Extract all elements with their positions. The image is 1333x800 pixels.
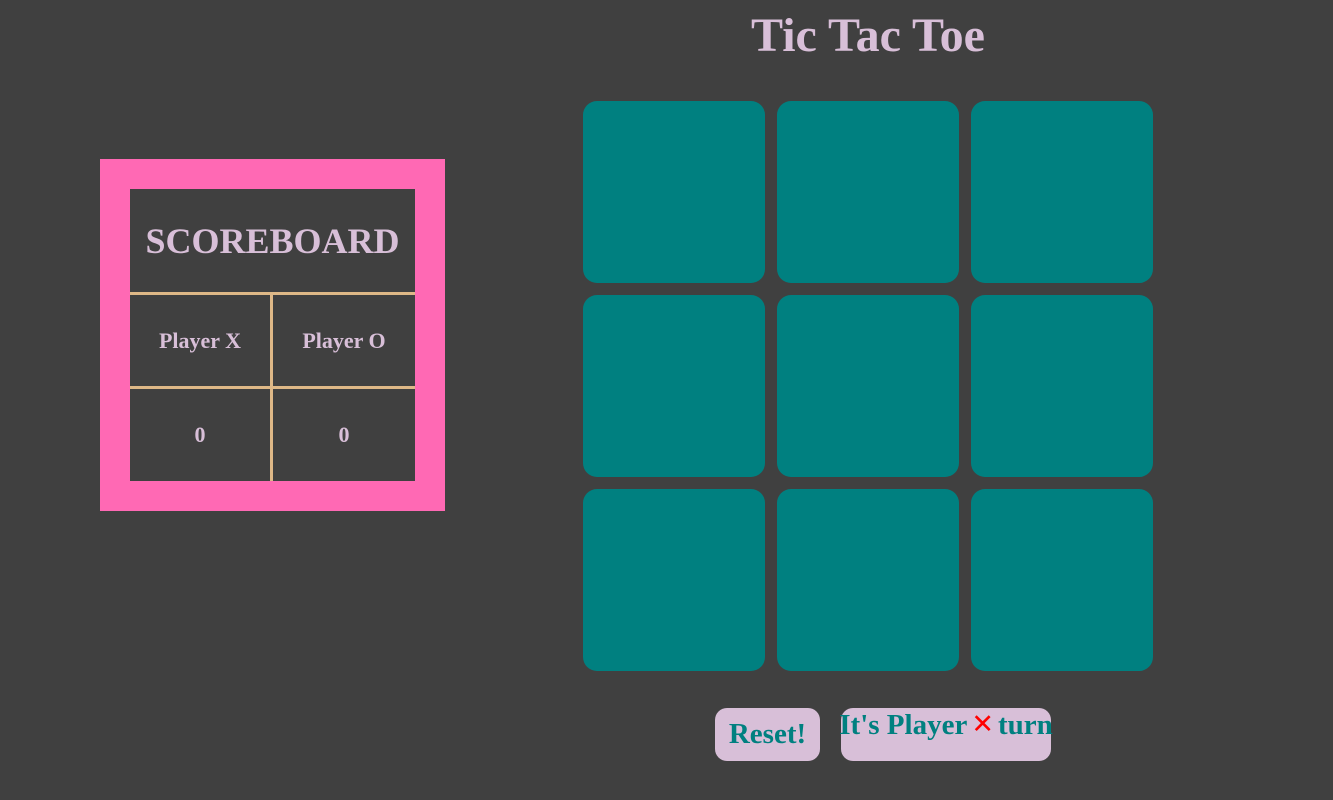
scoreboard-heading: SCOREBOARD xyxy=(145,220,400,261)
board-cell-7[interactable] xyxy=(583,489,765,671)
player-o-label: Player O xyxy=(302,327,386,353)
turn-status-prefix: It's Player xyxy=(839,709,968,741)
turn-status-suffix: turn xyxy=(997,709,1053,741)
board-cell-2[interactable] xyxy=(777,101,959,283)
scoreboard: SCOREBOARD Player X Player O 0 0 xyxy=(130,189,415,481)
board-cell-3[interactable] xyxy=(971,101,1153,283)
x-mark-icon: ✕ xyxy=(971,709,994,740)
board-cell-5[interactable] xyxy=(777,295,959,477)
page-title: Tic Tac Toe xyxy=(751,9,985,62)
game-board xyxy=(583,101,1153,671)
player-o-score: 0 xyxy=(338,422,350,447)
player-x-score: 0 xyxy=(194,422,206,447)
player-x-label: Player X xyxy=(158,327,242,353)
scoreboard-frame: SCOREBOARD Player X Player O 0 0 xyxy=(100,159,445,511)
board-cell-6[interactable] xyxy=(971,295,1153,477)
turn-status: It's Player ✕ turn xyxy=(839,708,1053,761)
board-cell-9[interactable] xyxy=(971,489,1153,671)
board-cell-8[interactable] xyxy=(777,489,959,671)
board-cell-1[interactable] xyxy=(583,101,765,283)
reset-button[interactable]: Reset! xyxy=(715,708,820,761)
board-cell-4[interactable] xyxy=(583,295,765,477)
